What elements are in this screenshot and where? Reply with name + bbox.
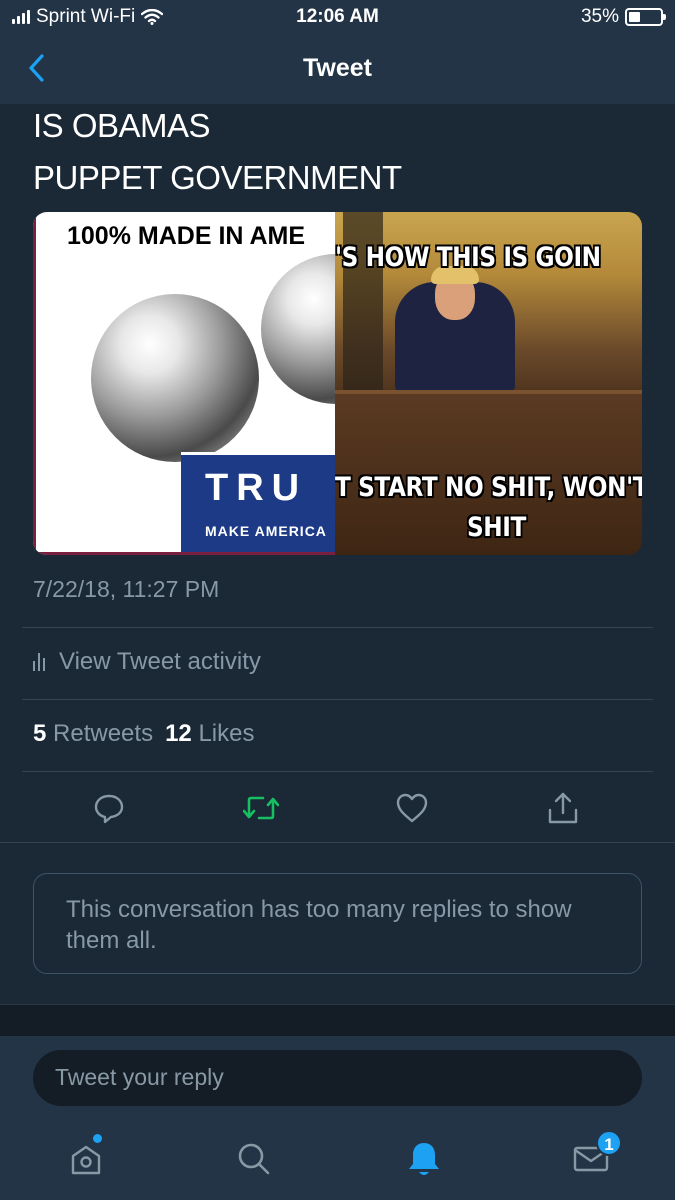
tweet-timestamp: 7/22/18, 11:27 PM: [33, 576, 220, 602]
messages-badge: 1: [596, 1130, 622, 1156]
home-new-indicator: [93, 1134, 102, 1143]
meme-bottom-text: T START NO SHIT, WON'T: [335, 472, 642, 503]
divider: [0, 842, 675, 843]
media-image-left[interactable]: 100% MADE IN AME TRU MAKE AMERICA: [33, 212, 335, 555]
view-tweet-activity[interactable]: View Tweet activity: [33, 648, 261, 676]
divider: [22, 699, 653, 700]
battery-percent: 35%: [580, 6, 619, 27]
media-banner-big-text: TRU: [205, 467, 308, 509]
notifications-icon: [409, 1143, 439, 1175]
tab-messages[interactable]: 1: [566, 1130, 622, 1184]
share-icon: [548, 792, 578, 824]
activity-label: View Tweet activity: [59, 648, 261, 675]
activity-icon: [33, 653, 45, 671]
status-right: 35%: [580, 6, 666, 28]
like-button[interactable]: [389, 785, 435, 831]
section-separator: [0, 1004, 675, 1038]
like-icon: [396, 793, 428, 823]
tweet-actions: [0, 785, 675, 831]
media-image-right[interactable]: 'S HOW THIS IS GOIN T START NO SHIT, WON…: [335, 212, 642, 555]
battery-icon: [625, 8, 666, 26]
tab-home[interactable]: [61, 1134, 111, 1184]
tab-search[interactable]: [229, 1134, 279, 1184]
retweets-label: Retweets: [53, 720, 154, 747]
search-icon: [238, 1143, 270, 1175]
retweet-icon: [243, 796, 279, 820]
divider: [22, 627, 653, 628]
engagement-counts: 5 Retweets 12 Likes: [33, 720, 254, 748]
home-icon: [71, 1145, 101, 1175]
steel-ball: [91, 294, 259, 462]
divider: [22, 771, 653, 772]
page-title: Tweet: [303, 54, 372, 82]
retweets-count-link[interactable]: 5 Retweets: [33, 720, 153, 748]
meme-top-text: 'S HOW THIS IS GOIN: [335, 242, 601, 273]
tweet-text-line: PUPPET GOVERNMENT: [33, 159, 402, 196]
too-many-replies-notice: This conversation has too many replies t…: [33, 873, 642, 974]
likes-count-link[interactable]: 12 Likes: [165, 720, 254, 748]
media-left-headline: 100% MADE IN AME: [67, 222, 306, 250]
likes-count: 12: [165, 720, 192, 747]
media-banner: TRU MAKE AMERICA: [181, 452, 335, 552]
retweet-button[interactable]: [238, 785, 284, 831]
likes-label: Likes: [198, 720, 255, 747]
reply-input[interactable]: Tweet your reply: [33, 1050, 642, 1106]
retweets-count: 5: [33, 720, 47, 747]
reply-icon: [94, 794, 124, 824]
tweet-text: IS OBAMAS PUPPET GOVERNMENT: [33, 100, 402, 204]
top-bar: Sprint Wi-Fi 12:06 AM 35% Tweet: [0, 0, 675, 104]
status-bar: Sprint Wi-Fi 12:06 AM 35%: [0, 0, 675, 36]
share-button[interactable]: [540, 785, 586, 831]
reply-button[interactable]: [86, 785, 132, 831]
media-banner-small-text: MAKE AMERICA: [205, 523, 327, 539]
tweet-text-line: IS OBAMAS: [33, 107, 211, 144]
tab-notifications[interactable]: [399, 1134, 449, 1184]
meme-bottom-text: SHIT: [467, 512, 526, 543]
tweet-media[interactable]: 100% MADE IN AME TRU MAKE AMERICA 'S HOW…: [33, 212, 642, 555]
status-time: 12:06 AM: [296, 6, 379, 27]
